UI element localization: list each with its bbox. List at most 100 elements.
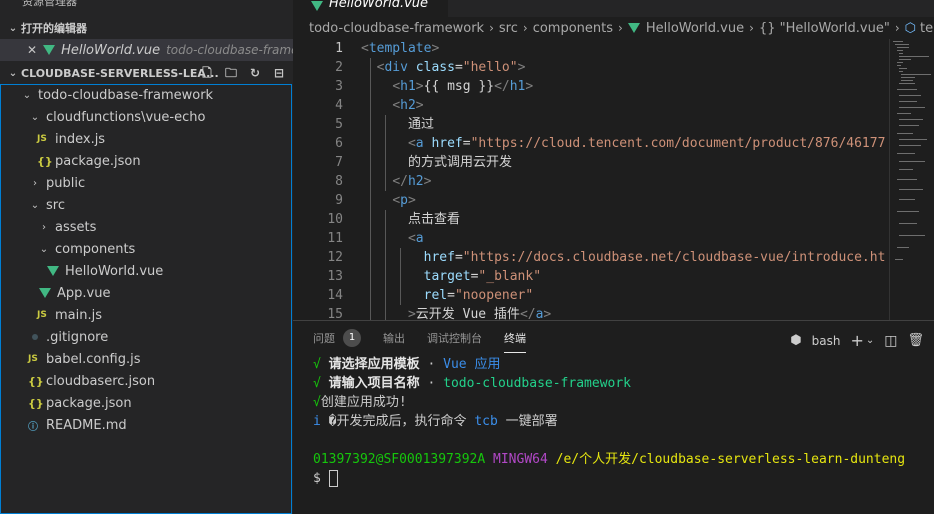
open-editor-path: todo-cloudbase-framew... — [166, 43, 293, 57]
more-actions-icon[interactable]: ··· — [265, 0, 277, 6]
line-number: 9 — [335, 193, 343, 208]
code-content[interactable]: <template> <div class="hello"> <h1>{{ ms… — [361, 39, 886, 320]
code-line: <a href="https://cloud.tencent.com/docum… — [407, 136, 886, 151]
terminal-prompt-line: 01397392@SF0001397392A MINGW64 /e/个人开发/c… — [313, 452, 906, 467]
breadcrumb-item[interactable]: {} "HelloWorld.vue" — [759, 21, 890, 36]
tab-problems[interactable]: 问题 1 — [313, 329, 361, 353]
tree-file-readme-md[interactable]: ⓘ README.md — [0, 414, 293, 436]
tree-file-cloudbaserc-json[interactable]: {} cloudbaserc.json — [0, 370, 293, 392]
tree-file-package-json[interactable]: {} package.json — [0, 150, 293, 172]
line-number: 2 — [335, 60, 343, 75]
chevron-right-icon: › — [522, 21, 528, 35]
tree-file-index-js[interactable]: JS index.js — [0, 128, 293, 150]
line-number: 14 — [327, 288, 343, 303]
chevron-right-icon: › — [42, 221, 46, 233]
line-number: 7 — [335, 155, 343, 170]
chevron-down-icon: ⌄ — [30, 111, 40, 123]
chevron-down-icon: ⌄ — [8, 22, 18, 34]
chevron-right-icon: › — [894, 21, 900, 35]
open-editor-item[interactable]: ✕ HelloWorld.vue todo-cloudbase-framew..… — [0, 39, 293, 61]
line-number: 12 — [327, 250, 343, 265]
line-number: 13 — [327, 269, 343, 284]
breadcrumb-item[interactable]: components — [533, 21, 613, 36]
tree-file-gitignore[interactable]: .gitignore — [0, 326, 293, 348]
explorer-sidebar: 资源管理器 ··· ⌄ 打开的编辑器 ✕ HelloWorld.vue todo… — [0, 0, 293, 514]
line-number: 11 — [327, 231, 343, 246]
vue-file-icon — [47, 266, 59, 276]
open-editors-header[interactable]: ⌄ 打开的编辑器 — [0, 17, 293, 39]
add-terminal-icon[interactable]: + — [850, 331, 863, 350]
code-editor[interactable]: 1 2 3 4 5 6 7 8 9 10 11 12 13 14 15 <tem… — [293, 39, 934, 320]
js-file-icon: JS — [28, 354, 38, 364]
json-file-icon: {} — [28, 396, 44, 410]
terminal-input-line[interactable]: $ — [313, 469, 928, 488]
tree-file-main-js[interactable]: JS main.js — [0, 304, 293, 326]
line-number: 4 — [335, 98, 343, 113]
chevron-down-icon: ⌄ — [8, 67, 18, 79]
line-number: 10 — [327, 212, 343, 227]
terminal-line: √ 请输入项目名称 · todo-cloudbase-framework — [313, 376, 631, 391]
line-number-gutter: 1 2 3 4 5 6 7 8 9 10 11 12 13 14 15 — [293, 39, 343, 320]
panel-toolbar: ⬢ bash + ⌄ ◫ 🗑 — [790, 331, 924, 350]
breadcrumb-item[interactable]: HelloWorld.vue — [646, 21, 744, 36]
collapse-all-icon[interactable]: ⊟ — [271, 65, 287, 81]
tree-folder-public[interactable]: › public — [0, 172, 293, 194]
trash-icon[interactable]: 🗑 — [907, 333, 924, 348]
breadcrumb-item[interactable]: template — [920, 21, 934, 36]
chevron-down-icon[interactable]: ⌄ — [866, 335, 874, 346]
line-number: 3 — [335, 79, 343, 94]
tab-output[interactable]: 输出 — [383, 329, 405, 353]
split-terminal-icon[interactable]: ◫ — [884, 333, 897, 349]
tree-folder-todo-cloudbase-framework[interactable]: ⌄ todo-cloudbase-framework — [0, 84, 293, 106]
tree-folder-assets[interactable]: › assets — [0, 216, 293, 238]
problems-count-badge: 1 — [343, 329, 361, 347]
close-icon[interactable]: ✕ — [27, 43, 37, 57]
refresh-icon[interactable]: ↻ — [247, 65, 263, 81]
chevron-right-icon: › — [618, 21, 623, 35]
code-line: <a — [407, 231, 424, 246]
json-file-icon: {} — [28, 374, 44, 388]
code-line: <template> — [361, 41, 440, 56]
terminal-icon: ⬢ — [790, 333, 802, 348]
tree-folder-components[interactable]: ⌄ components — [0, 238, 293, 260]
code-line: >云开发 Vue 插件</a> — [407, 307, 552, 320]
code-line: target="_blank" — [423, 269, 542, 284]
code-line: 点击查看 — [407, 212, 460, 227]
tree-file-helloworld-vue[interactable]: HelloWorld.vue — [0, 260, 293, 282]
explorer-title: 资源管理器 — [22, 0, 77, 8]
chevron-right-icon: › — [749, 21, 754, 35]
tab-helloworld-vue[interactable]: HelloWorld.vue — [293, 0, 448, 17]
line-number: 15 — [327, 307, 343, 320]
terminal-output[interactable]: √ 请选择应用模板 · Vue 应用 √ 请输入项目名称 · todo-clou… — [313, 355, 928, 488]
tab-terminal[interactable]: 终端 — [504, 329, 526, 353]
minimap[interactable] — [891, 39, 934, 320]
tree-file-package-json-root[interactable]: {} package.json — [0, 392, 293, 414]
vue-file-icon — [39, 288, 51, 298]
breadcrumb-item[interactable]: todo-cloudbase-framework — [309, 21, 484, 36]
tab-debug-console[interactable]: 调试控制台 — [427, 329, 482, 353]
tree-folder-src[interactable]: ⌄ src — [0, 194, 293, 216]
vue-file-icon — [311, 1, 323, 11]
tree-file-babel-config-js[interactable]: JS babel.config.js — [0, 348, 293, 370]
line-number: 8 — [335, 174, 343, 189]
breadcrumb: todo-cloudbase-framework › src › compone… — [293, 17, 934, 39]
tree-file-app-vue[interactable]: App.vue — [0, 282, 293, 304]
workspace-header[interactable]: ⌄ CLOUDBASE-SERVERLESS-LEA... 🗋 🗀 ↻ ⊟ — [0, 62, 293, 84]
bottom-panel: 问题 1 输出 调试控制台 终端 ⬢ bash + ⌄ ◫ 🗑 √ 请选择应用模… — [293, 320, 934, 514]
code-line: <h1>{{ msg }}</h1> — [392, 79, 534, 94]
new-folder-icon[interactable]: 🗀 — [223, 65, 239, 81]
chevron-right-icon: › — [489, 21, 494, 35]
shell-select[interactable]: bash — [812, 334, 841, 348]
panel-tabs: 问题 1 输出 调试控制台 终端 — [313, 329, 548, 353]
editor-tab-bar: HelloWorld.vue — [293, 0, 934, 17]
chevron-right-icon: › — [33, 177, 37, 189]
terminal-line: i �开发完成后，执行命令 tcb 一键部署 — [313, 414, 558, 429]
js-file-icon: JS — [37, 310, 47, 320]
tree-folder-cloudfunctions[interactable]: ⌄ cloudfunctions\vue-echo — [0, 106, 293, 128]
code-line: rel="noopener" — [423, 288, 534, 303]
breadcrumb-item[interactable]: src — [499, 21, 518, 36]
code-line: 的方式调用云开发 — [407, 155, 512, 170]
js-file-icon: JS — [37, 134, 47, 144]
new-file-icon[interactable]: 🗋 — [199, 65, 215, 81]
